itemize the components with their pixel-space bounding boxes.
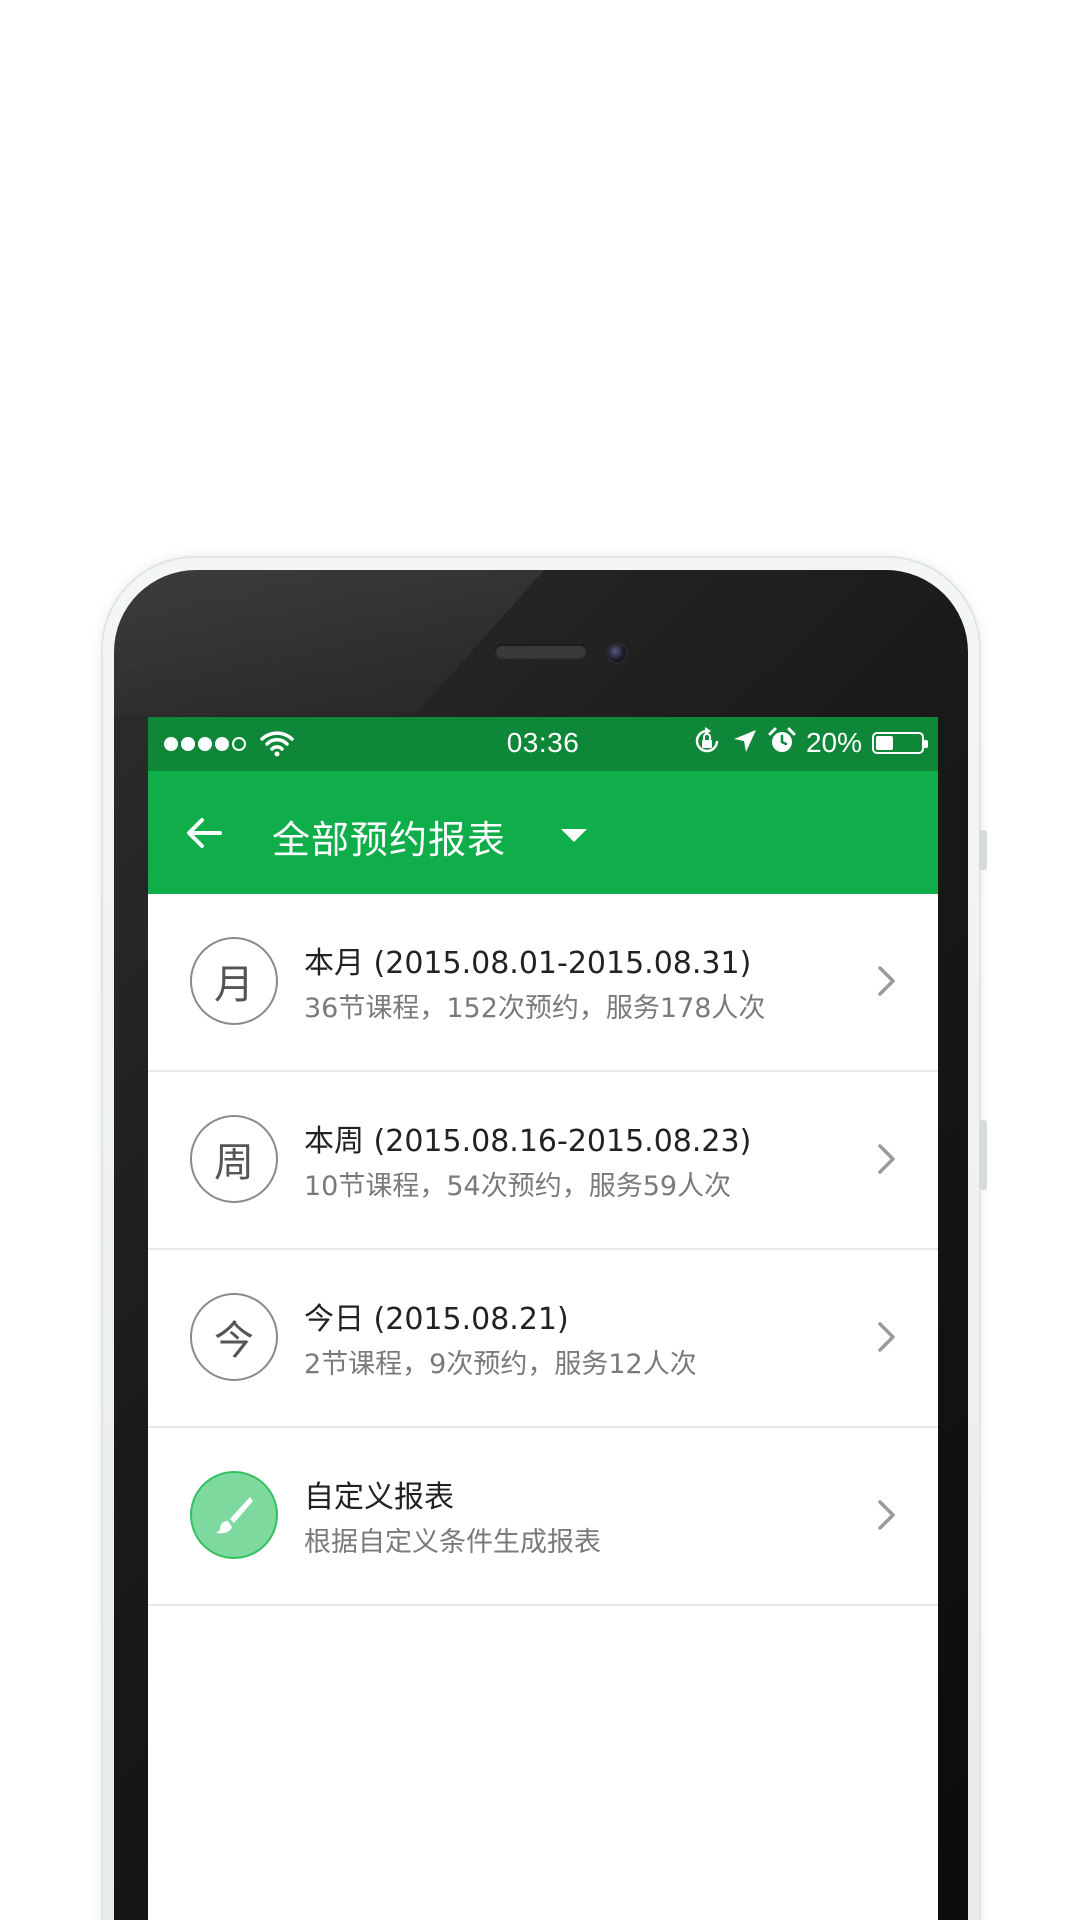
phone-screen: 03:36 20% 全部预约报表 月 本月 (2015.08.01-2015.0… [148, 717, 938, 1920]
rotation-lock-icon [692, 726, 722, 760]
alarm-clock-icon [768, 727, 796, 759]
report-summary: 10节课程，54次预约，服务59人次 [304, 1171, 732, 1202]
report-row-custom[interactable]: 自定义报表 根据自定义条件生成报表 [148, 1428, 938, 1606]
earpiece-speaker [495, 644, 587, 658]
volume-button [979, 830, 987, 870]
report-list: 月 本月 (2015.08.01-2015.08.31) 36节课程，152次预… [148, 894, 938, 1606]
chevron-right-icon [878, 966, 895, 996]
brush-icon [190, 1471, 278, 1559]
today-icon: 今 [190, 1293, 278, 1381]
back-button[interactable] [178, 807, 230, 859]
month-icon: 月 [190, 937, 278, 1025]
device-mockup: 03:36 20% 全部预约报表 月 本月 (2015.08.01-2015.0… [0, 0, 1080, 1920]
chevron-right-icon [878, 1500, 895, 1530]
status-bar: 03:36 20% [148, 717, 938, 771]
chevron-right-icon [878, 1144, 895, 1174]
battery-icon [872, 732, 928, 754]
front-camera [608, 644, 626, 662]
arrow-left-icon [187, 818, 222, 848]
power-button [979, 1120, 987, 1190]
report-title: 今日 (2015.08.21) [304, 1302, 569, 1337]
week-icon: 周 [190, 1115, 278, 1203]
location-arrow-icon [732, 728, 758, 758]
report-row-today[interactable]: 今 今日 (2015.08.21) 2节课程，9次预约，服务12人次 [148, 1250, 938, 1428]
report-title: 本月 (2015.08.01-2015.08.31) [304, 946, 752, 981]
chevron-right-icon [878, 1322, 895, 1352]
app-bar: 全部预约报表 [148, 771, 938, 894]
battery-tip [924, 740, 928, 748]
battery-percentage: 20% [805, 727, 862, 758]
page-title[interactable]: 全部预约报表 [272, 809, 506, 864]
report-title: 本周 (2015.08.16-2015.08.23) [304, 1124, 752, 1159]
report-title: 自定义报表 [304, 1480, 454, 1515]
battery-level-fill [876, 736, 893, 750]
status-indicators: 20% [692, 726, 928, 760]
report-summary: 根据自定义条件生成报表 [304, 1527, 601, 1558]
report-row-month[interactable]: 月 本月 (2015.08.01-2015.08.31) 36节课程，152次预… [148, 894, 938, 1072]
report-summary: 36节课程，152次预约，服务178人次 [304, 993, 766, 1024]
report-summary: 2节课程，9次预约，服务12人次 [304, 1349, 697, 1380]
report-row-week[interactable]: 周 本周 (2015.08.16-2015.08.23) 10节课程，54次预约… [148, 1072, 938, 1250]
caret-down-icon[interactable] [561, 829, 587, 842]
